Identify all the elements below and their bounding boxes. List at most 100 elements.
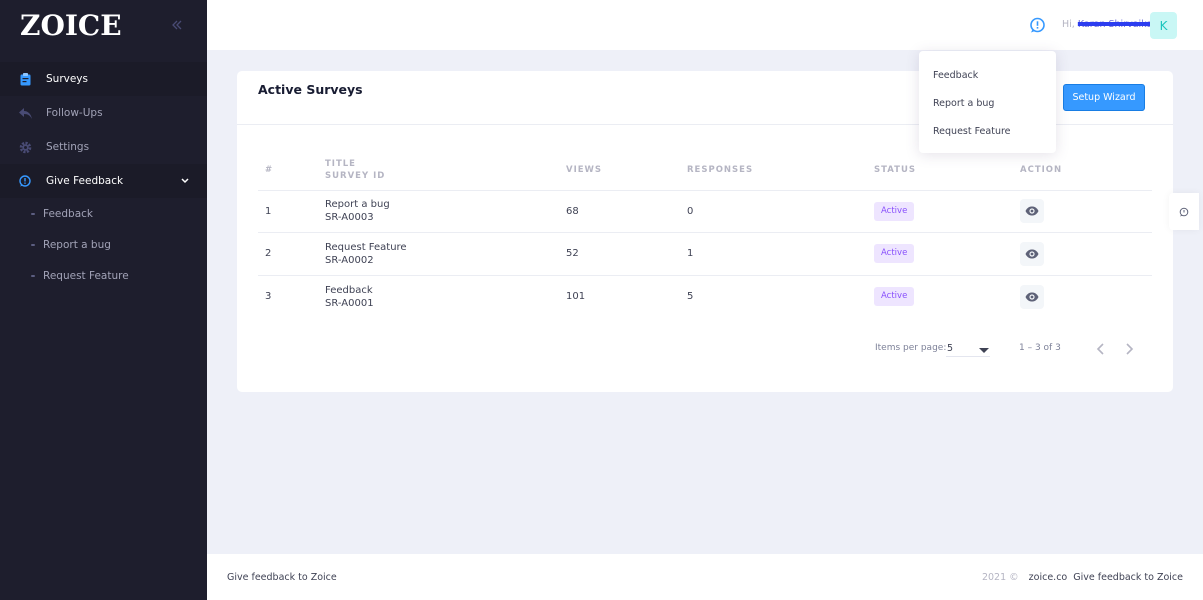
cell-views: 101: [566, 291, 586, 302]
cell-status: Active: [874, 232, 1020, 276]
brand-bar: ZOICE: [0, 0, 207, 50]
gear-icon: [18, 140, 32, 154]
survey-title: Request Feature: [325, 241, 407, 253]
cell-title: Feedback SR-A0001: [325, 275, 566, 318]
next-page-button[interactable]: [1120, 339, 1140, 359]
card-title: Active Surveys: [258, 82, 363, 97]
user-name: Karan Shirvaikar: [1077, 19, 1157, 30]
cell-action: [1020, 190, 1152, 233]
avatar[interactable]: K: [1150, 12, 1177, 39]
clipboard-icon: [18, 72, 32, 86]
feedback-alert-icon[interactable]: [1029, 17, 1046, 34]
sidebar-item-follow-ups[interactable]: Follow-Ups: [0, 96, 207, 130]
sidebar-menu: Surveys Follow-Ups Settings Give Feedbac…: [0, 62, 207, 291]
view-survey-button[interactable]: [1020, 241, 1044, 266]
side-panel-toggle[interactable]: [1169, 193, 1199, 230]
paginator: Items per page: 5 1 – 3 of 3: [237, 341, 1173, 357]
table-row[interactable]: 2 Request Feature SR-A0002 52 1 Active: [258, 232, 1152, 276]
col-header-status[interactable]: STATUS: [874, 151, 1020, 191]
sidebar-item-label: Give Feedback: [46, 175, 124, 187]
survey-id: SR-A0003: [325, 212, 374, 224]
cell-num: 2: [258, 232, 325, 276]
logo[interactable]: ZOICE: [20, 9, 122, 42]
setup-wizard-button[interactable]: Setup Wizard: [1063, 84, 1145, 111]
bullet-icon: [31, 274, 35, 277]
footer-right: 2021 © zoice.co Give feedback to Zoice: [982, 572, 1183, 583]
cell-num: 3: [265, 291, 272, 302]
sidebar-subitem-request-feature[interactable]: Request Feature: [0, 260, 207, 291]
footer: Give feedback to Zoice 2021 © zoice.co G…: [207, 554, 1203, 600]
sidebar-item-label: Follow-Ups: [46, 107, 103, 119]
chevron-down-icon: [181, 176, 189, 187]
col-header-responses[interactable]: RESPONSES: [687, 151, 874, 191]
sidebar-subitem-label: Report a bug: [43, 238, 111, 251]
view-survey-button[interactable]: [1020, 284, 1044, 309]
top-header: Hi, Karan Shirvaikar K: [207, 0, 1203, 50]
col-header-num[interactable]: #: [258, 151, 325, 191]
caret-down-icon: [979, 348, 989, 353]
dropdown-item-report-bug[interactable]: Report a bug: [919, 89, 1056, 117]
cell-title: Request Feature SR-A0002: [325, 232, 566, 276]
status-badge: Active: [874, 201, 915, 221]
col-header-title-label: TITLE: [325, 159, 356, 170]
reply-icon: [18, 106, 32, 120]
footer-feedback-link[interactable]: Give feedback to Zoice: [227, 572, 337, 583]
chat-icon: [1179, 207, 1189, 216]
sidebar-item-surveys[interactable]: Surveys: [0, 62, 207, 96]
chevron-left-icon: [1096, 343, 1104, 355]
previous-page-button[interactable]: [1090, 339, 1110, 359]
col-header-views[interactable]: VIEWS: [566, 151, 687, 191]
view-survey-button[interactable]: [1020, 199, 1044, 224]
copyright-year: 2021 ©: [981, 572, 1019, 583]
chevron-right-icon: [1126, 343, 1134, 355]
sidebar-item-label: Surveys: [46, 73, 88, 85]
col-header-action: ACTION: [1020, 151, 1152, 191]
cell-responses: 0: [687, 190, 874, 233]
table-row[interactable]: 1 Report a bug SR-A0003 68 0 Active: [258, 190, 1152, 233]
table-row[interactable]: 3 Feedback SR-A0001 101 5 Active: [258, 275, 1152, 318]
survey-title: Report a bug: [325, 199, 390, 211]
double-chevron-left-icon[interactable]: [171, 16, 183, 35]
eye-icon: [1025, 206, 1039, 216]
cell-status: Active: [874, 275, 1020, 318]
bullet-icon: [31, 243, 35, 246]
col-header-title[interactable]: TITLE SURVEY ID: [325, 151, 566, 191]
items-per-page-value: 5: [947, 343, 954, 354]
cell-title: Report a bug SR-A0003: [325, 190, 566, 233]
sidebar-subitem-label: Request Feature: [43, 269, 129, 282]
sidebar-item-give-feedback[interactable]: Give Feedback: [0, 164, 207, 198]
survey-id: SR-A0002: [325, 254, 374, 266]
cell-responses: 1: [687, 232, 874, 276]
bullet-icon: [31, 212, 35, 215]
cell-num: 1: [258, 190, 325, 233]
cell-action: [1020, 232, 1152, 276]
dropdown-item-feedback[interactable]: Feedback: [919, 61, 1056, 89]
sidebar-item-settings[interactable]: Settings: [0, 130, 207, 164]
sidebar: ZOICE Surveys Follow-Ups Settings Give F…: [0, 0, 207, 600]
chat-icon: [18, 174, 32, 188]
cell-action: [1020, 275, 1152, 318]
status-badge: Active: [874, 244, 915, 264]
sidebar-subitem-label: Feedback: [43, 207, 94, 220]
cell-responses: 5: [687, 291, 694, 302]
sidebar-subitem-report-bug[interactable]: Report a bug: [0, 229, 207, 260]
cell-views: 52: [566, 232, 687, 276]
page-range: 1 – 3 of 3: [1019, 343, 1061, 353]
surveys-table: # TITLE SURVEY ID VIEWS RESPONSES STATUS…: [258, 151, 1152, 318]
greeting-text: Hi,: [1062, 19, 1075, 30]
footer-feedback-link-right[interactable]: Give feedback to Zoice: [1073, 572, 1183, 583]
footer-site-link[interactable]: zoice.co: [1029, 572, 1068, 583]
survey-title: Feedback: [325, 284, 373, 296]
items-per-page-select[interactable]: 5: [946, 341, 990, 357]
cell-views: 68: [566, 190, 687, 233]
items-per-page-label: Items per page:: [875, 343, 947, 353]
feedback-dropdown-menu: Feedback Report a bug Request Feature: [919, 51, 1056, 153]
cell-status: Active: [874, 190, 1020, 233]
eye-icon: [1025, 292, 1039, 301]
survey-id: SR-A0001: [325, 297, 374, 309]
status-badge: Active: [874, 287, 915, 306]
sidebar-subitem-feedback[interactable]: Feedback: [0, 198, 207, 229]
eye-icon: [1025, 249, 1039, 259]
dropdown-item-request-feature[interactable]: Request Feature: [919, 117, 1056, 145]
user-greeting[interactable]: Hi, Karan Shirvaikar: [1062, 19, 1156, 30]
